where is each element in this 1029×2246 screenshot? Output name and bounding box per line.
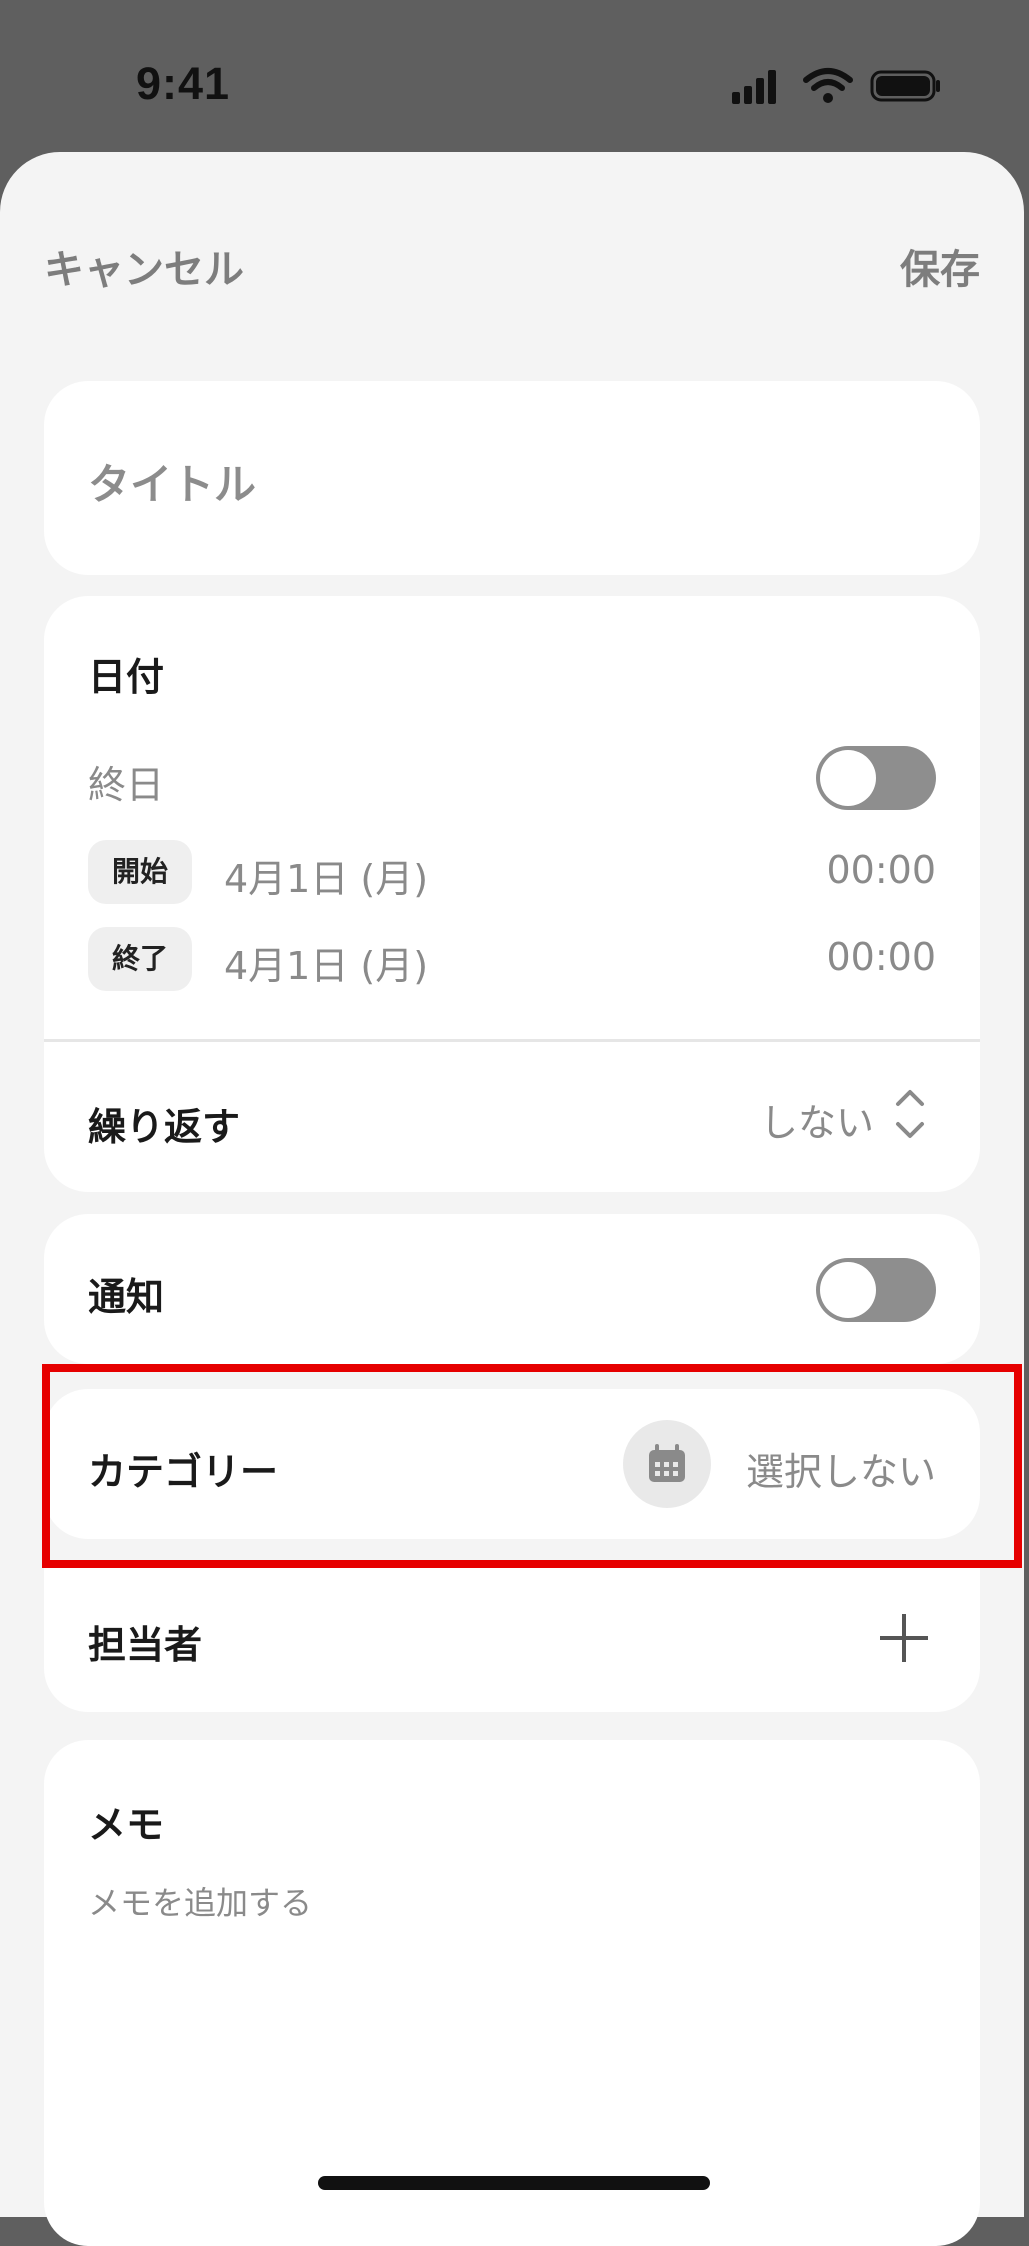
- start-date[interactable]: 4月1日 (月): [224, 848, 428, 903]
- event-edit-sheet: キャンセル 保存 タイトル 日付 終日 開始 4月1日 (月) 00:00 終了…: [0, 152, 1024, 2246]
- memo-heading: メモ: [88, 1803, 165, 1847]
- status-time: 9:41: [136, 58, 231, 109]
- title-input[interactable]: タイトル: [88, 451, 256, 512]
- memo-card: メモ メモを追加する: [44, 1740, 980, 2246]
- memo-input[interactable]: メモを追加する: [88, 1878, 312, 1924]
- all-day-toggle[interactable]: [816, 746, 936, 810]
- home-indicator: [318, 2176, 710, 2190]
- date-heading: 日付: [88, 655, 165, 699]
- end-time[interactable]: 00:00: [826, 935, 936, 979]
- repeat-value: しない: [759, 1101, 874, 1145]
- toggle-knob: [820, 750, 876, 806]
- status-bar: 9:41: [0, 0, 1029, 150]
- date-card: 日付 終日 開始 4月1日 (月) 00:00 終了 4月1日 (月) 00:0…: [44, 596, 980, 1192]
- notification-label: 通知: [88, 1275, 165, 1319]
- notification-toggle[interactable]: [816, 1258, 936, 1322]
- battery-icon: [870, 70, 940, 102]
- start-time[interactable]: 00:00: [826, 848, 936, 892]
- toggle-knob: [820, 1262, 876, 1318]
- start-chip: 開始: [88, 840, 192, 904]
- wifi-icon: [803, 68, 853, 103]
- highlight-box: [42, 1364, 1022, 1568]
- notification-card: 通知: [44, 1214, 980, 1364]
- save-button[interactable]: 保存: [900, 237, 980, 295]
- end-date[interactable]: 4月1日 (月): [224, 935, 428, 990]
- repeat-row[interactable]: 繰り返す しない: [44, 1042, 980, 1192]
- assignee-card: 担当者: [44, 1562, 980, 1712]
- end-chip: 終了: [88, 927, 192, 991]
- title-card: タイトル: [44, 381, 980, 575]
- all-day-label: 終日: [88, 763, 165, 807]
- plus-icon[interactable]: [878, 1612, 930, 1664]
- assignee-label: 担当者: [88, 1623, 203, 1667]
- cancel-button[interactable]: キャンセル: [44, 237, 244, 295]
- cellular-signal-icon: [732, 70, 776, 104]
- repeat-label: 繰り返す: [88, 1105, 241, 1149]
- chevron-up-down-icon: [896, 1090, 924, 1138]
